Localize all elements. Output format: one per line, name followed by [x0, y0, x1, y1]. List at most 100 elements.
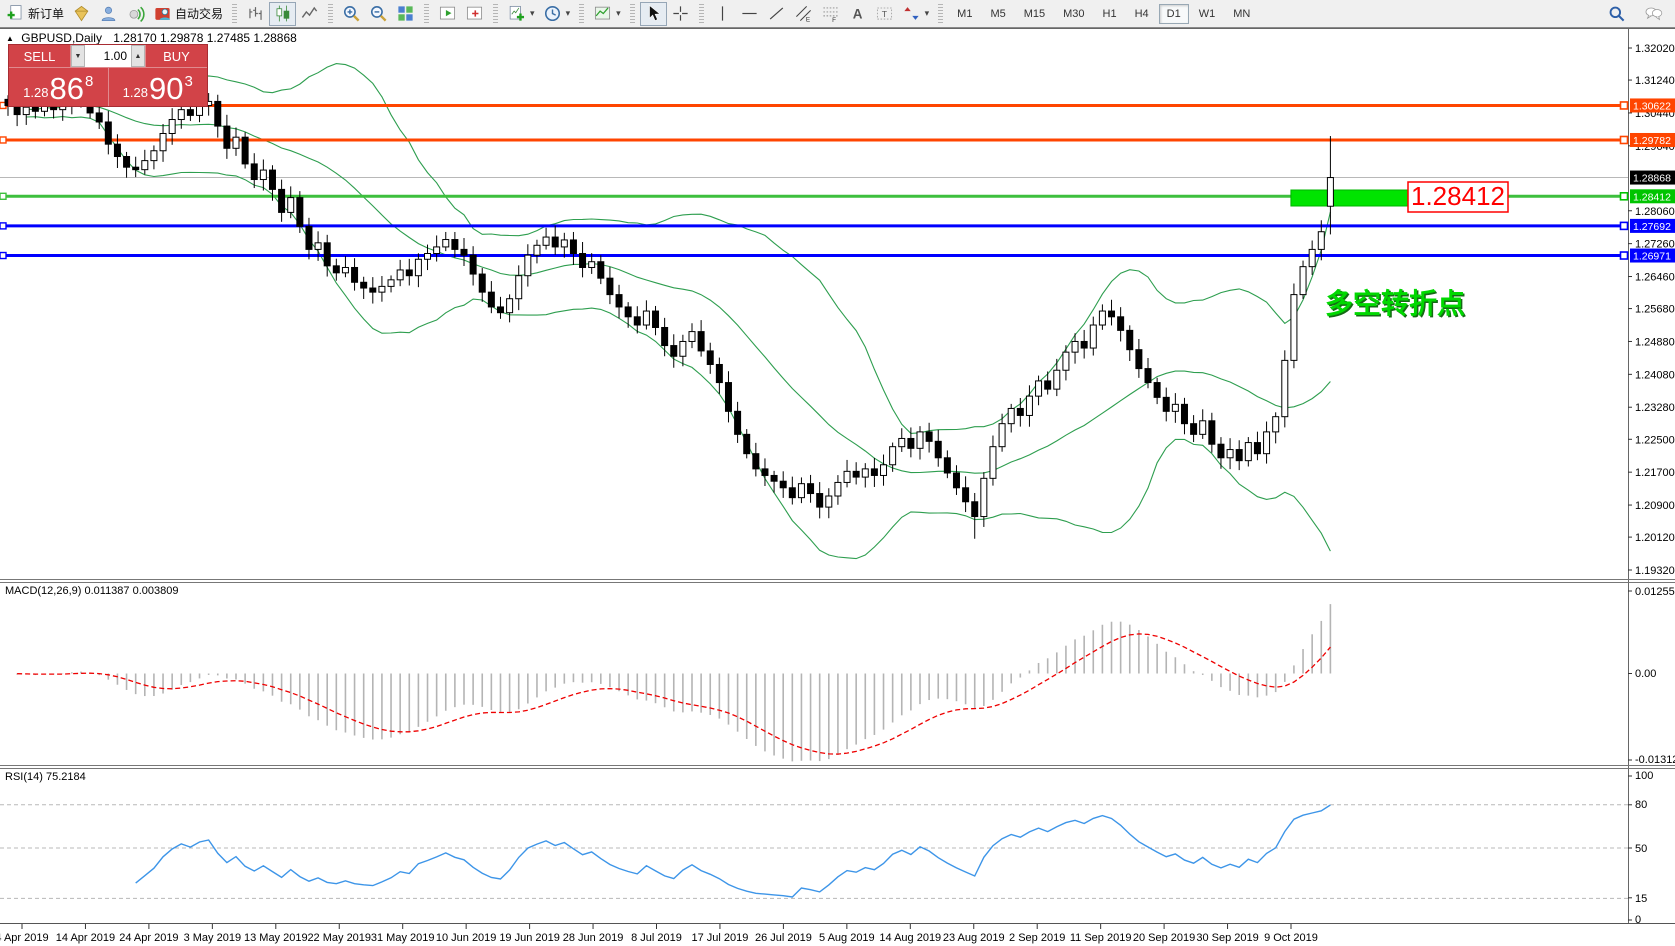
- tile-windows-button[interactable]: [392, 2, 419, 26]
- sell-price-small: 1.28: [23, 85, 49, 100]
- volume-decrease-button[interactable]: ▼: [71, 45, 85, 67]
- hline-left-marker: [0, 251, 7, 260]
- date-tick-label: 22 May 2019: [307, 932, 371, 944]
- timeframe-d1-button[interactable]: D1: [1158, 3, 1189, 24]
- indicators-dropdown-arrow[interactable]: ▾: [530, 8, 535, 19]
- signal-button[interactable]: [122, 2, 149, 26]
- equidistant-channel-button[interactable]: [790, 2, 817, 26]
- chart-window[interactable]: 1.28412多空转折点多空转折点1.320201.312401.304401.…: [0, 0, 1675, 946]
- buy-price-sup: 3: [184, 73, 193, 90]
- price-tick-label: 1.19320: [1635, 565, 1675, 577]
- chat-button[interactable]: [1640, 2, 1667, 26]
- candlestick-chart-icon: [273, 4, 292, 23]
- rsi-axis-label: 15: [1635, 893, 1647, 905]
- bar-chart-button[interactable]: [242, 2, 269, 26]
- auto-trading-button[interactable]: 自动交易: [149, 2, 227, 26]
- bollinger-up-band: [26, 63, 1331, 434]
- price-tick-label: 1.22500: [1635, 434, 1675, 446]
- date-tick-label: 14 Apr 2019: [56, 932, 115, 944]
- timeframe-h1-button[interactable]: H1: [1095, 4, 1125, 24]
- horizontal-line-icon: [740, 4, 759, 23]
- date-tick-label: 19 Jun 2019: [499, 932, 560, 944]
- chat-icon: [1644, 4, 1663, 23]
- fibonacci-button[interactable]: [817, 2, 844, 26]
- line-chart-button[interactable]: [296, 2, 323, 26]
- chart-title: ▲ GBPUSD,Daily 1.28170 1.29878 1.27485 1…: [6, 31, 297, 45]
- toolbar-grip: [424, 3, 430, 24]
- buy-price[interactable]: 1.28 90 3: [109, 68, 208, 106]
- bollinger-mid-band: [26, 104, 1331, 474]
- chart-shift-icon: [465, 4, 484, 23]
- cursor-button[interactable]: [639, 1, 667, 26]
- auto-trading-icon: [153, 4, 172, 23]
- trendline-icon: [767, 4, 786, 23]
- periods-button[interactable]: ▾: [539, 2, 575, 26]
- timeframe-h4-button[interactable]: H4: [1127, 4, 1157, 24]
- date-tick-label: 28 Jun 2019: [563, 932, 624, 944]
- toolbar-grip: [938, 3, 944, 24]
- toolbar-grip: [493, 3, 499, 24]
- sell-button[interactable]: SELL: [9, 45, 71, 67]
- auto-scroll-button[interactable]: [434, 2, 461, 26]
- timeframe-m1-button[interactable]: M1: [949, 4, 980, 24]
- text-icon: [848, 4, 867, 23]
- volume-input[interactable]: 1.00: [85, 45, 131, 67]
- date-tick-label: 5 Aug 2019: [819, 932, 875, 944]
- buy-price-small: 1.28: [122, 85, 148, 100]
- auto-scroll-icon: [438, 4, 457, 23]
- arrows-dropdown-arrow[interactable]: ▾: [925, 8, 930, 19]
- indicators-button[interactable]: ▾: [503, 2, 539, 26]
- new-order-icon: [6, 4, 25, 23]
- candlestick-chart-button[interactable]: [269, 1, 297, 26]
- timeframe-m15-button[interactable]: M15: [1016, 4, 1053, 24]
- periods-dropdown-arrow[interactable]: ▾: [566, 8, 571, 19]
- date-tick-label: 2 Sep 2019: [1009, 932, 1065, 944]
- market-watch-button[interactable]: [68, 2, 95, 26]
- arrows-button[interactable]: ▾: [898, 2, 934, 26]
- date-axis[interactable]: 4 Apr 2019 14 Apr 2019 24 Apr 2019 3 May 20…: [0, 924, 1318, 944]
- zoom-in-icon: [342, 4, 361, 23]
- profile-button[interactable]: [95, 2, 122, 26]
- price-chip-label: 1.26971: [1633, 251, 1671, 263]
- zoom-in-button[interactable]: [338, 2, 365, 26]
- buy-button[interactable]: BUY: [145, 45, 207, 67]
- chart-template-dropdown-arrow[interactable]: ▾: [616, 8, 621, 19]
- line-chart-icon: [300, 4, 319, 23]
- date-tick-label: 17 Jul 2019: [692, 932, 749, 944]
- sell-price[interactable]: 1.28 86 8: [9, 68, 109, 106]
- date-tick-label: 11 Sep 2019: [1070, 932, 1132, 944]
- trendline-button[interactable]: [763, 2, 790, 26]
- rsi-line: [135, 804, 1331, 898]
- indicators-icon: [507, 4, 526, 23]
- toolbar-grip: [328, 3, 334, 24]
- chart-template-button[interactable]: ▾: [589, 2, 625, 26]
- date-tick-label: 10 Jun 2019: [436, 932, 497, 944]
- chart-shift-button[interactable]: [461, 2, 488, 26]
- timeframe-m5-button[interactable]: M5: [982, 4, 1013, 24]
- rsi-pane[interactable]: [0, 804, 1628, 899]
- text-button[interactable]: [844, 2, 871, 26]
- zoom-out-button[interactable]: [365, 2, 392, 26]
- timeframe-m30-button[interactable]: M30: [1055, 4, 1092, 24]
- new-order-button[interactable]: 新订单: [2, 2, 68, 26]
- trend-note-text[interactable]: 多空转折点: [1325, 287, 1465, 319]
- highlight-rectangle[interactable]: [1290, 189, 1410, 207]
- one-click-trading-panel: SELL ▼ 1.00 ▲ BUY 1.28 86 8 1.28 90 3: [8, 44, 208, 107]
- timeframe-w1-button[interactable]: W1: [1191, 4, 1224, 24]
- horizontal-line-button[interactable]: [736, 2, 763, 26]
- toolbar-grip: [698, 3, 704, 24]
- date-tick-label: 20 Sep 2019: [1133, 932, 1195, 944]
- crosshair-button[interactable]: [667, 2, 694, 26]
- signal-icon: [126, 4, 145, 23]
- volume-increase-button[interactable]: ▲: [131, 45, 145, 67]
- timeframe-mn-button[interactable]: MN: [1225, 4, 1258, 24]
- collapse-triangle-icon[interactable]: ▲: [6, 34, 14, 43]
- macd-pane[interactable]: [8, 604, 1332, 762]
- price-tick-label: 1.20900: [1635, 500, 1675, 512]
- macd-axis-label: -0.013128: [1635, 754, 1675, 766]
- vertical-line-button[interactable]: [709, 2, 736, 26]
- tile-windows-icon: [396, 4, 415, 23]
- search-button[interactable]: [1603, 2, 1630, 26]
- arrows-icon: [902, 4, 921, 23]
- text-label-button[interactable]: [871, 2, 898, 26]
